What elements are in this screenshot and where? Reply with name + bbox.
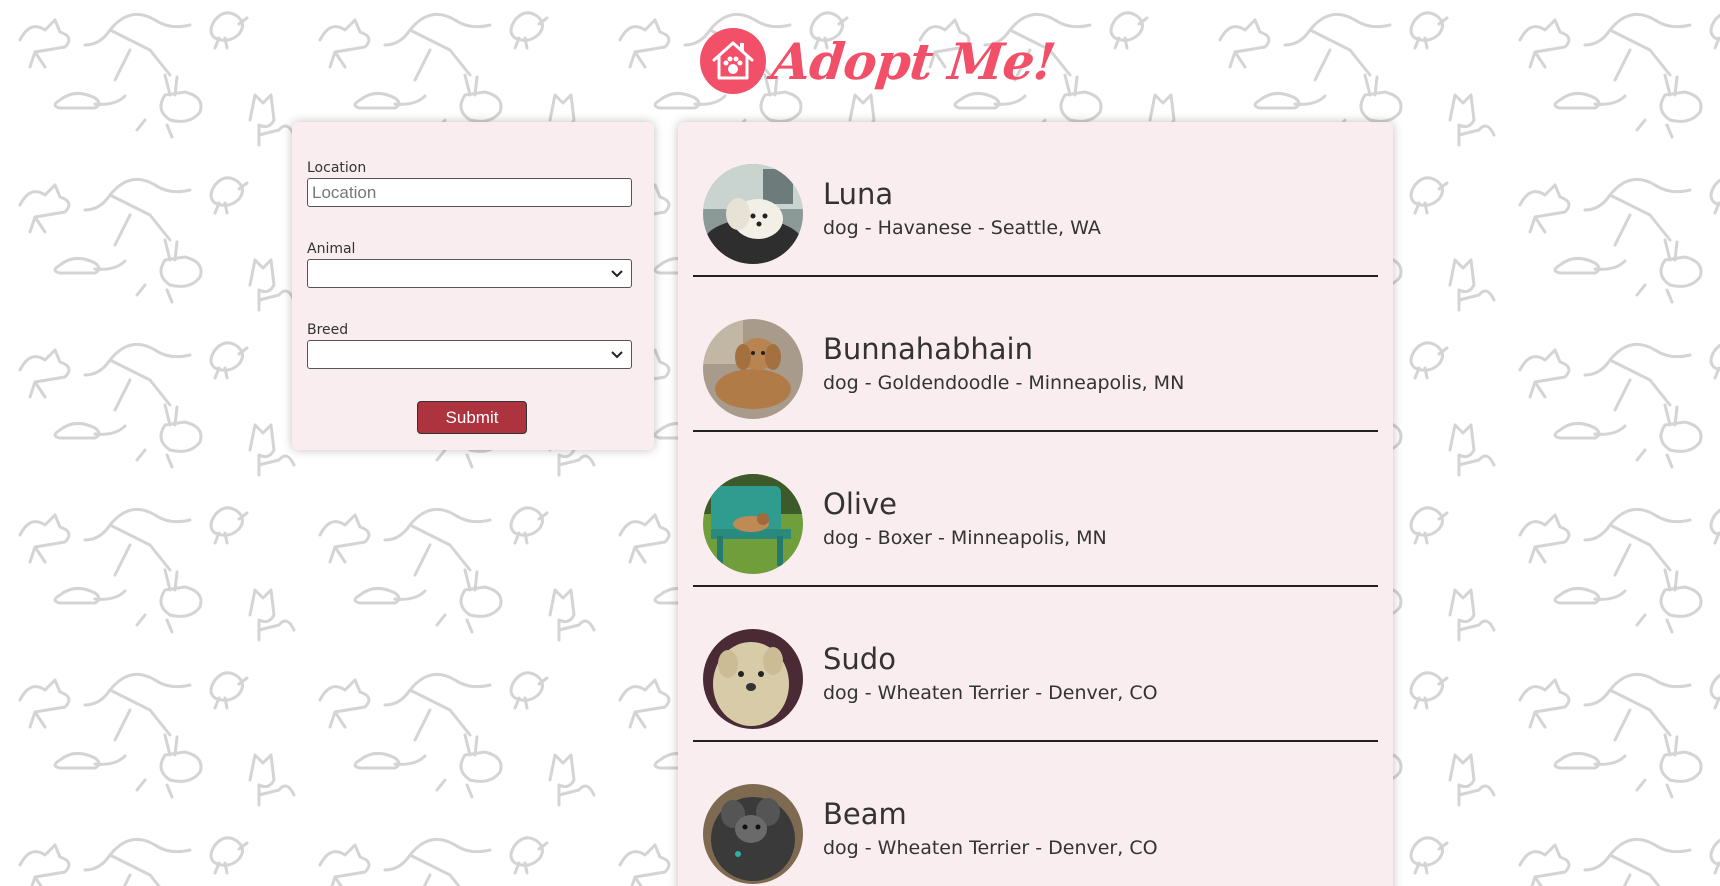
pet-card[interactable]: Olive dog - Boxer - Minneapolis, MN (693, 432, 1378, 587)
app-logo[interactable]: Adopt Me! (700, 18, 1058, 104)
search-form: Location Animal Breed Submit (292, 122, 654, 450)
pet-card[interactable]: Sudo dog - Wheaten Terrier - Denver, CO (693, 587, 1378, 742)
pet-name: Beam (823, 797, 907, 831)
pet-name: Luna (823, 177, 894, 211)
breed-label: Breed (307, 322, 349, 338)
pet-info: dog - Havanese - Seattle, WA (823, 217, 1101, 239)
pet-info: dog - Goldendoodle - Minneapolis, MN (823, 372, 1185, 394)
submit-button[interactable]: Submit (417, 401, 527, 434)
location-input[interactable] (307, 178, 632, 207)
pet-info: dog - Wheaten Terrier - Denver, CO (823, 682, 1158, 704)
pet-card[interactable]: Bunnahabhain dog - Goldendoodle - Minnea… (693, 277, 1378, 432)
app-title: Adopt Me! (768, 31, 1058, 91)
boxer-dog-photo (703, 474, 803, 574)
chevron-down-icon (611, 269, 623, 277)
pet-info: dog - Wheaten Terrier - Denver, CO (823, 837, 1158, 859)
house-paw-icon (700, 28, 766, 94)
chevron-down-icon (611, 350, 623, 358)
pet-name: Olive (823, 487, 897, 521)
wheaten-terrier-dog-photo (703, 629, 803, 729)
location-label: Location (307, 160, 367, 176)
breed-select[interactable] (307, 340, 632, 369)
pet-name: Bunnahabhain (823, 332, 1033, 366)
animal-select[interactable] (307, 259, 632, 288)
goldendoodle-dog-photo (703, 319, 803, 419)
wheaten-terrier-dog-photo (703, 784, 803, 884)
pet-results-list: Luna dog - Havanese - Seattle, WA Bunnah… (678, 122, 1393, 886)
animal-label: Animal (307, 241, 356, 257)
havanese-dog-photo (703, 164, 803, 264)
pet-info: dog - Boxer - Minneapolis, MN (823, 527, 1107, 549)
pet-card[interactable]: Beam dog - Wheaten Terrier - Denver, CO (693, 742, 1378, 886)
pet-card[interactable]: Luna dog - Havanese - Seattle, WA (693, 122, 1378, 277)
pet-name: Sudo (823, 642, 896, 676)
